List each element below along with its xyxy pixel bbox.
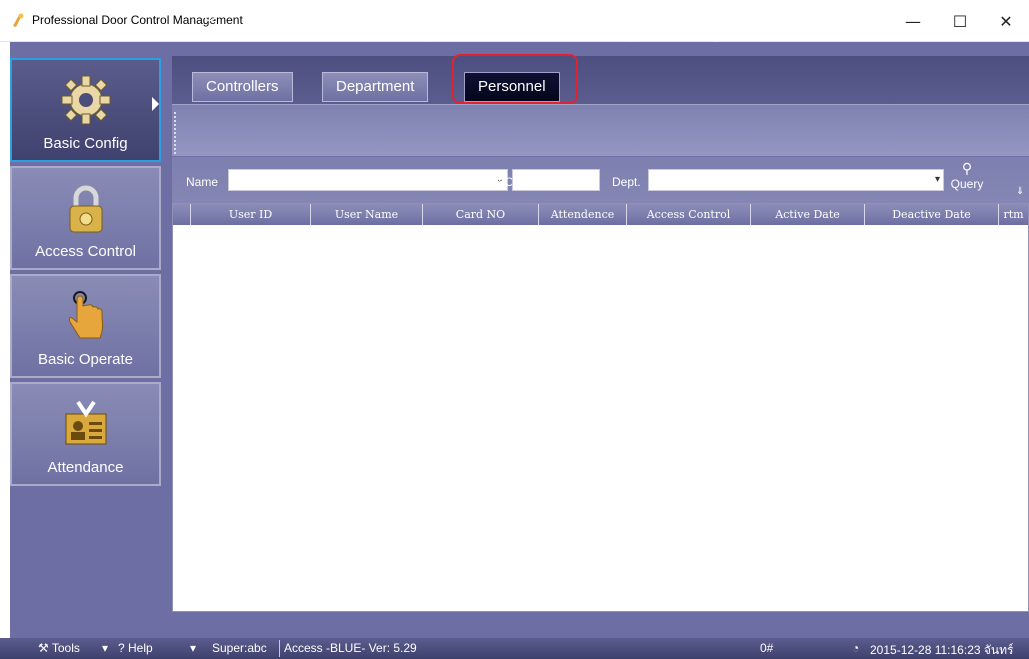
batch-update-icon: ✐ bbox=[616, 5, 632, 26]
privilege-button[interactable]: ✓ Privilege bbox=[674, 4, 732, 50]
privilege-icon: ✓ bbox=[695, 5, 711, 26]
column-header-deactive-date[interactable]: Deactive Date bbox=[865, 204, 999, 225]
row-selector-header bbox=[173, 204, 191, 225]
current-user: Super:abc bbox=[212, 641, 267, 655]
column-header-active-date[interactable]: Active Date bbox=[751, 204, 865, 225]
query-button[interactable]: ⚲ Query bbox=[946, 161, 988, 199]
card-lost-icon: ✎ bbox=[535, 5, 551, 26]
name-combobox[interactable]: ⌄ bbox=[228, 169, 508, 191]
minimize-button[interactable]: — bbox=[890, 0, 936, 42]
search-icon: ⚲ bbox=[961, 161, 973, 177]
nav-attendance[interactable]: Attendance bbox=[10, 382, 161, 486]
column-header-rtm[interactable]: rtm bbox=[999, 204, 1028, 225]
personnel-highlight-box bbox=[452, 54, 578, 104]
printer-icon: ⎙ bbox=[374, 5, 390, 26]
tools-menu[interactable]: ⚒ Tools bbox=[38, 641, 80, 655]
app-bottom-strip bbox=[10, 612, 1029, 638]
app-logo-icon bbox=[13, 13, 24, 27]
help-menu[interactable]: ? Help bbox=[118, 641, 153, 655]
active-nav-arrow bbox=[152, 97, 159, 111]
maximize-button[interactable]: ☐ bbox=[937, 0, 983, 42]
dropdown-arrow-icon: ▾ bbox=[934, 174, 940, 185]
toolbar-overflow-icon[interactable]: ⇓ bbox=[1016, 186, 1024, 197]
nav-label: Access Control bbox=[35, 243, 136, 260]
nav-label: Basic Operate bbox=[37, 351, 134, 368]
toolbar-grip-handle[interactable] bbox=[174, 112, 178, 154]
column-header-user-id[interactable]: User ID bbox=[191, 204, 311, 225]
version-info: Access -BLUE- Ver: 5.29 bbox=[284, 641, 417, 655]
nav-basic-config[interactable]: Basic Config bbox=[10, 58, 161, 162]
delete-button[interactable]: ✕ Del bbox=[330, 4, 356, 50]
column-header-access-control[interactable]: Access Control bbox=[627, 204, 751, 225]
edit-button[interactable]: / Edit bbox=[296, 4, 324, 50]
tab-department[interactable]: Department bbox=[322, 72, 429, 102]
delete-x-icon: ✕ bbox=[335, 5, 351, 26]
column-header-attendence[interactable]: Attendence bbox=[539, 204, 627, 225]
tabs-bar bbox=[172, 56, 1029, 104]
hand-pointer-icon bbox=[68, 291, 103, 339]
toolbar bbox=[172, 104, 1029, 156]
help-icon: ? bbox=[118, 641, 129, 655]
auto-add-button[interactable]: ⊕ Auto Add bbox=[185, 4, 235, 50]
card-lost-button[interactable]: ✎ Card Lost bbox=[512, 4, 574, 50]
tools-icon: ⚒ bbox=[38, 641, 52, 655]
help-dropdown-arrow-icon[interactable]: ▾ bbox=[190, 641, 196, 655]
status-bar: ⚒ Tools ▾ ? Help ▾ Super:abc Access -BLU… bbox=[0, 638, 1029, 659]
name-label: Name bbox=[186, 175, 219, 189]
cardno-input[interactable] bbox=[512, 169, 600, 191]
status-datetime: 2015-12-28 11:16:23 จันทร์ bbox=[870, 643, 1014, 657]
personnel-table[interactable]: User ID User Name Card NO Attendence Acc… bbox=[172, 203, 1029, 612]
padlock-icon bbox=[69, 185, 102, 233]
table-header: User ID User Name Card NO Attendence Acc… bbox=[173, 204, 1028, 225]
nav-basic-operate[interactable]: Basic Operate bbox=[10, 274, 161, 378]
batch-update-button[interactable]: ✐ Batch Update bbox=[582, 4, 666, 50]
excel-icon: E bbox=[449, 5, 461, 26]
tab-controllers[interactable]: Controllers bbox=[192, 72, 293, 102]
clock-icon: ◔ bbox=[852, 641, 860, 655]
nav-label: Basic Config bbox=[43, 135, 128, 152]
id-card-icon bbox=[65, 400, 106, 445]
pencil-icon: / bbox=[306, 5, 314, 26]
print-button[interactable]: ⎙ Print bbox=[364, 4, 400, 50]
cardno-label: CardNO bbox=[470, 175, 515, 189]
tools-dropdown-arrow-icon[interactable]: ▾ bbox=[102, 641, 108, 655]
export-to-excel-button[interactable]: E Export To Excel bbox=[408, 4, 502, 50]
status-separator bbox=[279, 640, 280, 657]
nav-label: Attendance bbox=[47, 459, 124, 476]
dept-label: Dept. bbox=[612, 175, 641, 189]
add-button[interactable]: + Add bbox=[256, 4, 290, 50]
close-button[interactable]: ✕ bbox=[983, 0, 1029, 42]
dept-combobox[interactable]: ▾ bbox=[648, 169, 944, 191]
nav-access-control[interactable]: Access Control bbox=[10, 166, 161, 270]
plus-icon: + bbox=[265, 5, 281, 26]
record-counter: 0# bbox=[760, 641, 774, 655]
column-header-user-name[interactable]: User Name bbox=[311, 204, 423, 225]
gear-icon bbox=[61, 75, 110, 125]
column-header-card-no[interactable]: Card NO bbox=[423, 204, 539, 225]
auto-add-icon: ⊕ bbox=[202, 5, 218, 26]
